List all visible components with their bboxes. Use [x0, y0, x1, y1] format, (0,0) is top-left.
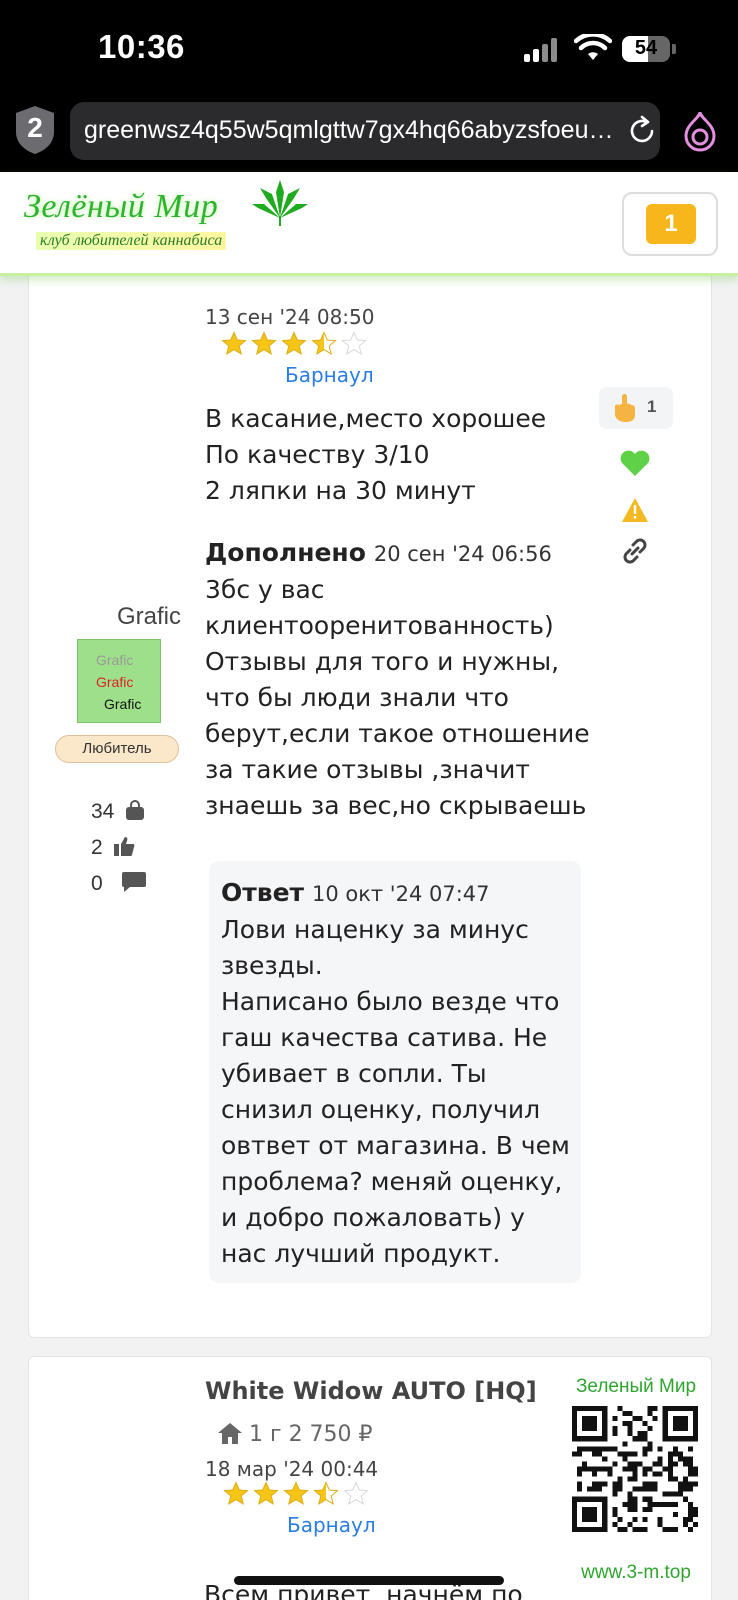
avatar-text: Grafic — [104, 696, 142, 712]
clock: 10:36 — [98, 28, 185, 65]
reply-line: снизил оценку, получил — [221, 1095, 541, 1124]
thumbs-up-icon — [113, 837, 134, 856]
addendum-line: клиентооренитованность) — [205, 611, 554, 640]
tab-count: 2 — [27, 112, 43, 143]
logo-title: Зелёный Мир — [24, 188, 219, 225]
comments-stat: 0 — [91, 871, 147, 896]
star-icon — [251, 331, 277, 355]
addendum-line: берут,если такое отношение — [205, 719, 590, 748]
review-text-line: По качеству 3/10 — [205, 440, 430, 469]
site-header: Зелёный Мир клуб любителей каннабиса 1 — [0, 172, 738, 276]
middle-finger-icon — [615, 394, 635, 422]
addendum-line: за такие отзывы ,значит — [205, 755, 530, 784]
addendum-label: Дополнено — [205, 538, 366, 567]
star-icon — [281, 331, 307, 355]
product-title[interactable]: White Widow AUTO [HQ] — [205, 1377, 537, 1405]
review-card: 13 сен '24 08:50 Барнаул В касание,место… — [28, 250, 712, 1338]
star-icon — [311, 331, 337, 355]
cellular-signal-icon — [524, 38, 562, 62]
status-bar: 10:36 54 — [0, 0, 738, 98]
reply-line: гаш качества сатива. Не — [221, 1023, 548, 1052]
watermark-title: Зеленый Мир — [575, 1376, 697, 1397]
star-icon — [221, 331, 247, 355]
product-price: 1 г 2 750 ₽ — [217, 1421, 373, 1447]
rating-stars — [223, 1481, 373, 1509]
city-link[interactable]: Барнаул — [285, 363, 374, 387]
home-icon — [218, 1423, 242, 1444]
address-bar[interactable]: greenwsz4q55w5qmlgttw7gx4hq66abyzsfoeu… — [70, 102, 660, 160]
comments-count: 0 — [91, 872, 103, 895]
purchases-count: 34 — [91, 800, 115, 823]
wifi-icon — [574, 34, 612, 60]
user-rank-badge: Любитель — [55, 735, 179, 763]
site-watermark: Зеленый Мир www.3-m.top — [566, 1376, 706, 1594]
avatar-text: Grafic — [96, 674, 134, 690]
reload-icon[interactable] — [626, 115, 658, 147]
reaction-button[interactable]: 1 — [599, 387, 673, 429]
link-icon[interactable] — [619, 537, 651, 565]
site-logo[interactable]: Зелёный Мир клуб любителей каннабиса — [24, 178, 308, 264]
addendum-line: 3бс у вас — [205, 575, 325, 604]
shop-reply: Ответ 10 окт '24 07:47 Лови наценку за м… — [209, 861, 581, 1283]
review-text: В касание,место хорошее По качеству 3/10… — [205, 401, 546, 509]
star-icon — [223, 1481, 249, 1505]
reaction-count: 1 — [647, 397, 657, 416]
comment-icon — [121, 872, 146, 892]
reply-line: убивает в сопли. Ты — [221, 1059, 487, 1088]
reply-line: Написано было везде что — [221, 987, 560, 1016]
reply-header: Ответ 10 окт '24 07:47 — [221, 875, 570, 912]
reply-line: Лови наценку за минус — [221, 915, 529, 944]
author-name[interactable]: Grafic — [89, 603, 209, 631]
watermark-url: www.3-m.top — [581, 1562, 691, 1583]
addendum-line: Отзывы для того и нужны, — [205, 647, 560, 676]
review-text-line: 2 ляпки на 30 минут — [205, 476, 476, 505]
addendum-line: что бы люди знали что — [205, 683, 509, 712]
reply-line: звезды. — [221, 951, 323, 980]
battery-tip — [672, 44, 676, 54]
review-date: 18 мар '24 00:44 — [205, 1457, 379, 1481]
battery-icon: 54 — [622, 36, 670, 62]
warning-icon[interactable] — [621, 497, 649, 523]
product-amount: 1 г — [249, 1422, 282, 1447]
onion-icon[interactable] — [680, 108, 720, 152]
avatar[interactable]: Grafic Grafic Grafic — [77, 639, 161, 723]
battery-level: 54 — [634, 37, 658, 59]
reply-date: 10 окт '24 07:47 — [311, 882, 490, 906]
purchases-stat: 34 — [91, 799, 146, 824]
addendum-line: знаешь за вес,но скрываешь — [205, 791, 587, 820]
notifications-button[interactable]: 1 — [622, 192, 718, 256]
cannabis-leaf-icon — [252, 180, 308, 226]
star-icon — [283, 1481, 309, 1505]
reply-line: и добро пожаловать) у — [221, 1203, 525, 1232]
qr-code-icon — [572, 1406, 698, 1532]
notifications-badge: 1 — [646, 204, 696, 244]
logo-subtitle: клуб любителей каннабиса — [36, 232, 227, 250]
likes-stat: 2 — [91, 835, 135, 860]
product-price-value: 2 750 ₽ — [288, 1422, 373, 1447]
shopping-bag-icon — [126, 800, 145, 820]
star-icon — [343, 1481, 369, 1505]
star-icon — [341, 331, 367, 355]
likes-count: 2 — [91, 836, 103, 859]
reply-line: нас лучший продукт. — [221, 1239, 501, 1268]
url-text[interactable]: greenwsz4q55w5qmlgttw7gx4hq66abyzsfoeu… — [84, 116, 614, 145]
browser-toolbar: 2 greenwsz4q55w5qmlgttw7gx4hq66abyzsfoeu… — [0, 98, 738, 172]
reply-text: Ответ 10 окт '24 07:47 Лови наценку за м… — [221, 875, 570, 1272]
addendum-date: 20 сен '24 06:56 — [373, 542, 552, 566]
avatar-text: Grafic — [96, 652, 134, 668]
star-icon — [313, 1481, 339, 1505]
reply-line: проблема? меняй оценку, — [221, 1167, 563, 1196]
home-indicator[interactable] — [234, 1576, 504, 1585]
reply-label: Ответ — [221, 878, 305, 907]
reply-line: овтвет от магазина. В чем — [221, 1131, 570, 1160]
heart-icon[interactable] — [619, 449, 651, 477]
star-icon — [253, 1481, 279, 1505]
city-link[interactable]: Барнаул — [287, 1513, 376, 1537]
addendum-header: Дополнено 20 сен '24 06:56 — [205, 535, 590, 572]
addendum: Дополнено 20 сен '24 06:56 3бс у вас кли… — [205, 535, 590, 824]
rating-stars — [221, 331, 371, 359]
review-text-line: В касание,место хорошее — [205, 404, 547, 433]
review-date: 13 сен '24 08:50 — [205, 305, 375, 329]
